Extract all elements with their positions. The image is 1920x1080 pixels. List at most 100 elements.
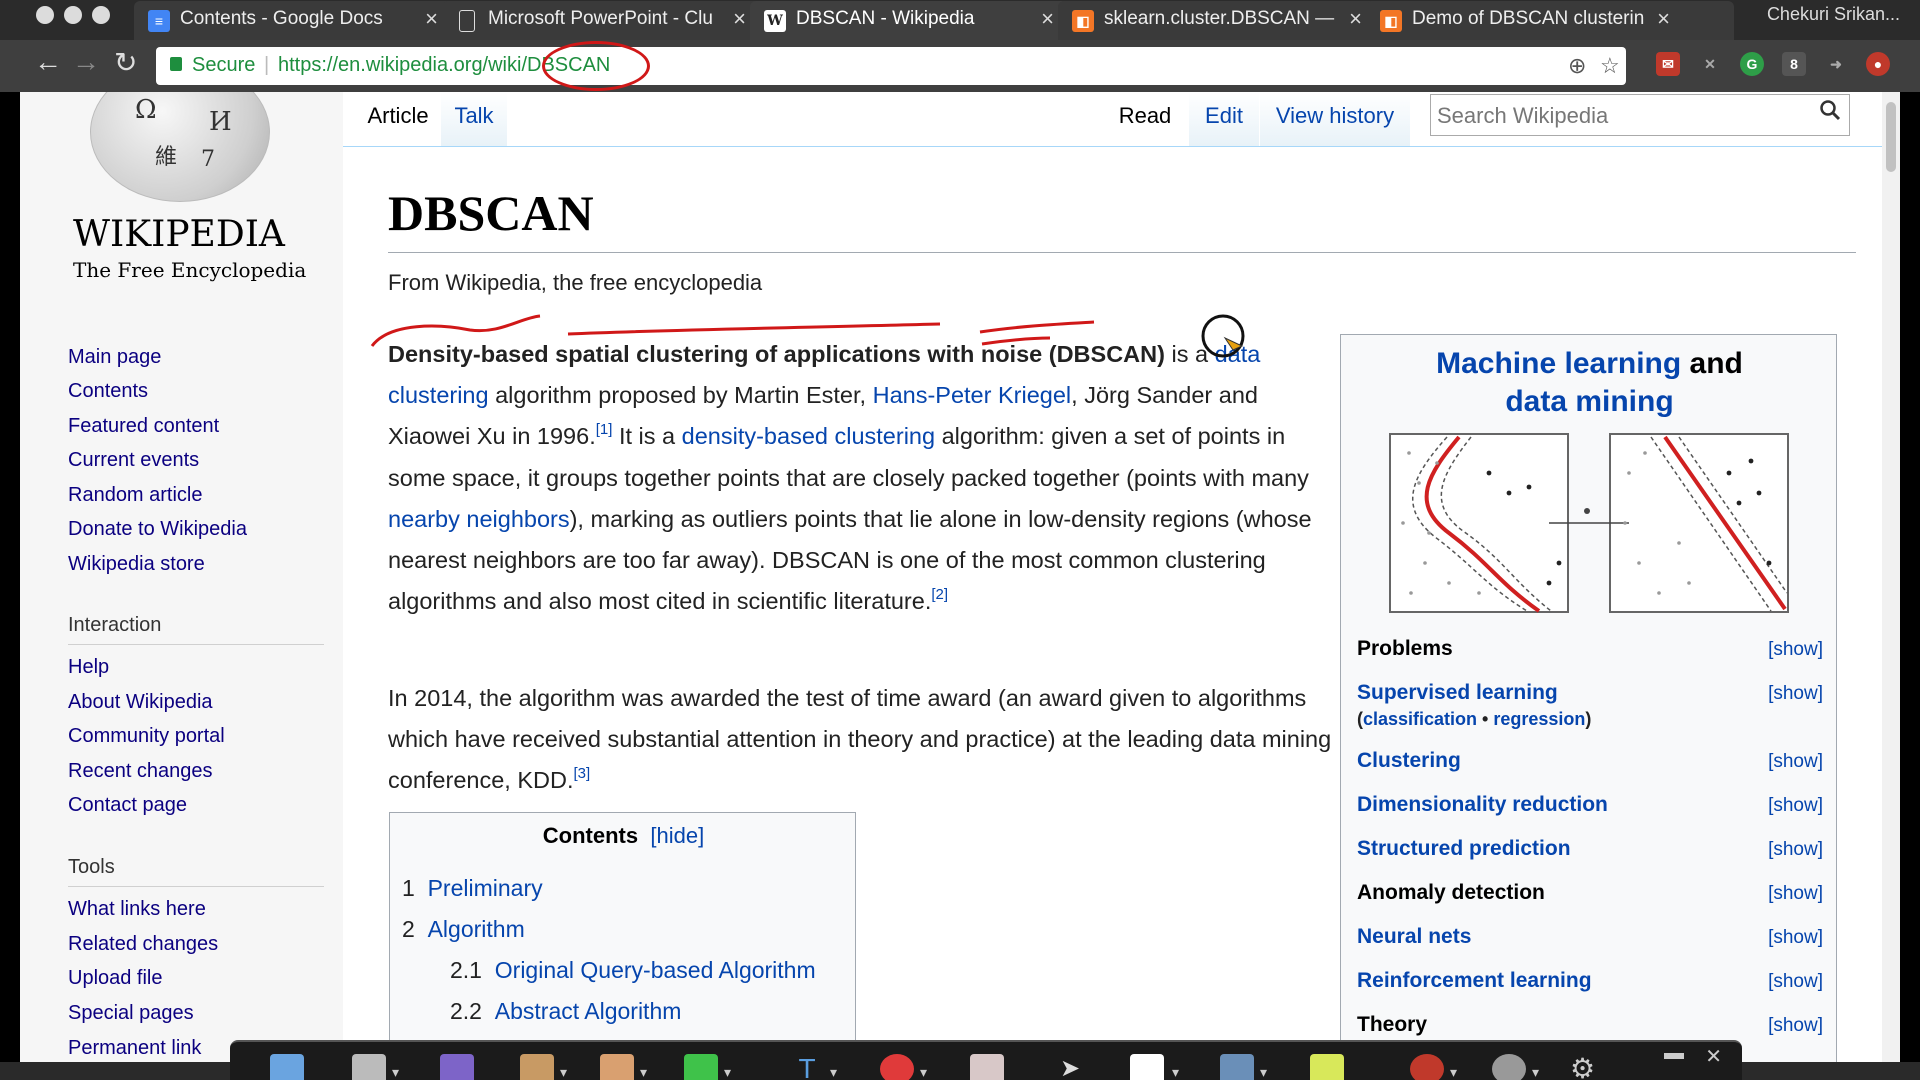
pointer-tool-icon[interactable] [270,1054,304,1080]
profile-name[interactable]: Chekuri Srikan... [1767,4,1900,25]
search-input[interactable]: Search Wikipedia [1430,94,1850,136]
toc-label[interactable]: Abstract Algorithm [495,998,682,1024]
toc-label[interactable]: Original Query-based Algorithm [495,957,816,983]
toc-label[interactable]: Preliminary [428,875,543,901]
cube-tool-icon[interactable] [970,1054,1004,1080]
sidebar-link-featured-content[interactable]: Featured content [68,415,219,438]
scroll-thumb[interactable] [1886,102,1896,172]
badge-extension-icon[interactable]: 8 [1782,52,1806,76]
tab-edit[interactable]: Edit [1189,92,1259,146]
link-density-based-clustering[interactable]: density-based clustering [682,423,935,449]
share-extension-icon[interactable]: ➜ [1824,52,1848,76]
show-toggle[interactable]: [show] [1768,971,1823,993]
tab-article[interactable]: Article [356,92,440,146]
sticky-note-icon[interactable] [1310,1054,1344,1080]
white-square-icon[interactable] [1130,1054,1164,1080]
infobox-link-machine-learning[interactable]: Machine learning [1436,347,1681,380]
toc-item[interactable]: 2.1 Original Query-based Algorithm [450,957,816,984]
close-tab-icon[interactable]: × [1041,1,1054,37]
link-classification[interactable]: classification [1363,709,1477,729]
show-toggle[interactable]: [show] [1768,751,1823,773]
close-tab-icon[interactable]: × [1657,1,1670,37]
chevron-down-icon[interactable]: ▾ [724,1064,731,1080]
highlighter-tool-icon[interactable] [440,1054,474,1080]
magnifier-tool-icon[interactable] [1220,1054,1254,1080]
window-close-dot[interactable] [36,6,54,24]
minimize-icon[interactable]: ▬ [1664,1042,1684,1065]
browser-tab-powerpoint[interactable]: Microsoft PowerPoint - Clu × [442,1,760,40]
sidebar-link-current-events[interactable]: Current events [68,449,199,472]
reference-1[interactable]: [1] [596,421,613,438]
row-link[interactable]: Reinforcement learning [1357,969,1592,992]
sidebar-link-contact-page[interactable]: Contact page [68,794,187,817]
show-toggle[interactable]: [show] [1768,883,1823,905]
reload-icon[interactable]: ↻ [114,46,137,79]
chevron-down-icon[interactable]: ▾ [1172,1064,1179,1080]
row-link[interactable]: Structured prediction [1357,837,1571,860]
chevron-down-icon[interactable]: ▾ [920,1064,927,1080]
back-arrow-icon[interactable]: ← [34,46,62,78]
whiteboard-tool-icon[interactable] [352,1054,386,1080]
page-scrollbar[interactable] [1882,92,1900,1062]
close-extension-icon[interactable]: ✕ [1698,52,1722,76]
chevron-down-icon[interactable]: ▾ [560,1064,567,1080]
sidebar-link-contents[interactable]: Contents [68,380,148,403]
row-link[interactable]: Supervised learning [1357,681,1558,704]
tab-view-history[interactable]: View history [1260,92,1410,146]
sidebar-link-special-pages[interactable]: Special pages [68,1002,194,1025]
search-icon[interactable] [1819,99,1841,121]
shape-tool-icon[interactable] [880,1054,914,1080]
gmail-extension-icon[interactable]: ✉ [1656,52,1680,76]
address-bar[interactable]: Secure | https://en.wikipedia.org/wiki/D… [156,41,1626,91]
toc-item[interactable]: 2 Algorithm [402,916,525,943]
link-nearby-neighbors[interactable]: nearby neighbors [388,506,570,532]
row-link[interactable]: Neural nets [1357,925,1471,948]
browser-tab-dbscan-wikipedia[interactable]: W DBSCAN - Wikipedia × [750,1,1068,40]
webcam-icon[interactable] [1492,1054,1526,1080]
browser-tab-sklearn-dbscan[interactable]: ◧ sklearn.cluster.DBSCAN — × [1058,1,1376,40]
wikipedia-wordmark[interactable]: WIKIPEDIA [73,214,285,255]
sidebar-link-store[interactable]: Wikipedia store [68,553,205,576]
browser-tab-google-docs[interactable]: ≡ Contents - Google Docs × [134,1,452,40]
gear-icon[interactable]: ⚙ [1570,1054,1604,1080]
new-tab-button[interactable] [1674,1,1734,40]
chevron-down-icon[interactable]: ▾ [830,1064,837,1080]
chevron-down-icon[interactable]: ▾ [1532,1064,1539,1080]
sidebar-heading-interaction[interactable]: Interaction [68,614,161,637]
chevron-down-icon[interactable]: ▾ [1260,1064,1267,1080]
toc-hide-link[interactable]: [hide] [650,823,704,848]
chevron-down-icon[interactable]: ▾ [640,1064,647,1080]
zoom-icon[interactable]: ⊕ [1568,53,1586,79]
sidebar-link-about[interactable]: About Wikipedia [68,691,213,714]
sidebar-link-main-page[interactable]: Main page [68,346,161,369]
pen-tool-icon[interactable] [600,1054,634,1080]
browser-tab-dbscan-demo[interactable]: ◧ Demo of DBSCAN clusterin × [1366,1,1684,40]
sidebar-link-what-links-here[interactable]: What links here [68,898,206,921]
sidebar-heading-tools[interactable]: Tools [68,856,115,879]
link-hans-peter-kriegel[interactable]: Hans-Peter Kriegel [873,382,1072,408]
row-link[interactable]: Dimensionality reduction [1357,793,1608,816]
tab-read[interactable]: Read [1102,92,1188,146]
marker-tool-icon[interactable] [684,1054,718,1080]
window-zoom-dot[interactable] [92,6,110,24]
sidebar-link-community-portal[interactable]: Community portal [68,725,225,748]
eraser-tool-icon[interactable] [520,1054,554,1080]
toc-item[interactable]: 2.2 Abstract Algorithm [450,998,681,1025]
close-tab-icon[interactable]: × [425,1,438,37]
sidebar-link-upload-file[interactable]: Upload file [68,967,163,990]
window-minimize-dot[interactable] [64,6,82,24]
sidebar-link-recent-changes[interactable]: Recent changes [68,760,213,783]
reference-2[interactable]: [2] [931,586,948,603]
show-toggle[interactable]: [show] [1768,639,1823,661]
sidebar-link-permanent-link[interactable]: Permanent link [68,1037,201,1060]
infobox-link-data-mining[interactable]: data mining [1505,385,1673,418]
sidebar-link-help[interactable]: Help [68,656,109,679]
link-regression[interactable]: regression [1493,709,1585,729]
toc-label[interactable]: Algorithm [428,916,525,942]
arrow-tool-icon[interactable]: ➤ [1060,1054,1094,1080]
chevron-down-icon[interactable]: ▾ [392,1064,399,1080]
sidebar-link-related-changes[interactable]: Related changes [68,933,218,956]
close-tab-icon[interactable]: × [1349,1,1362,37]
grammarly-extension-icon[interactable]: G [1740,52,1764,76]
tab-talk[interactable]: Talk [441,92,507,146]
